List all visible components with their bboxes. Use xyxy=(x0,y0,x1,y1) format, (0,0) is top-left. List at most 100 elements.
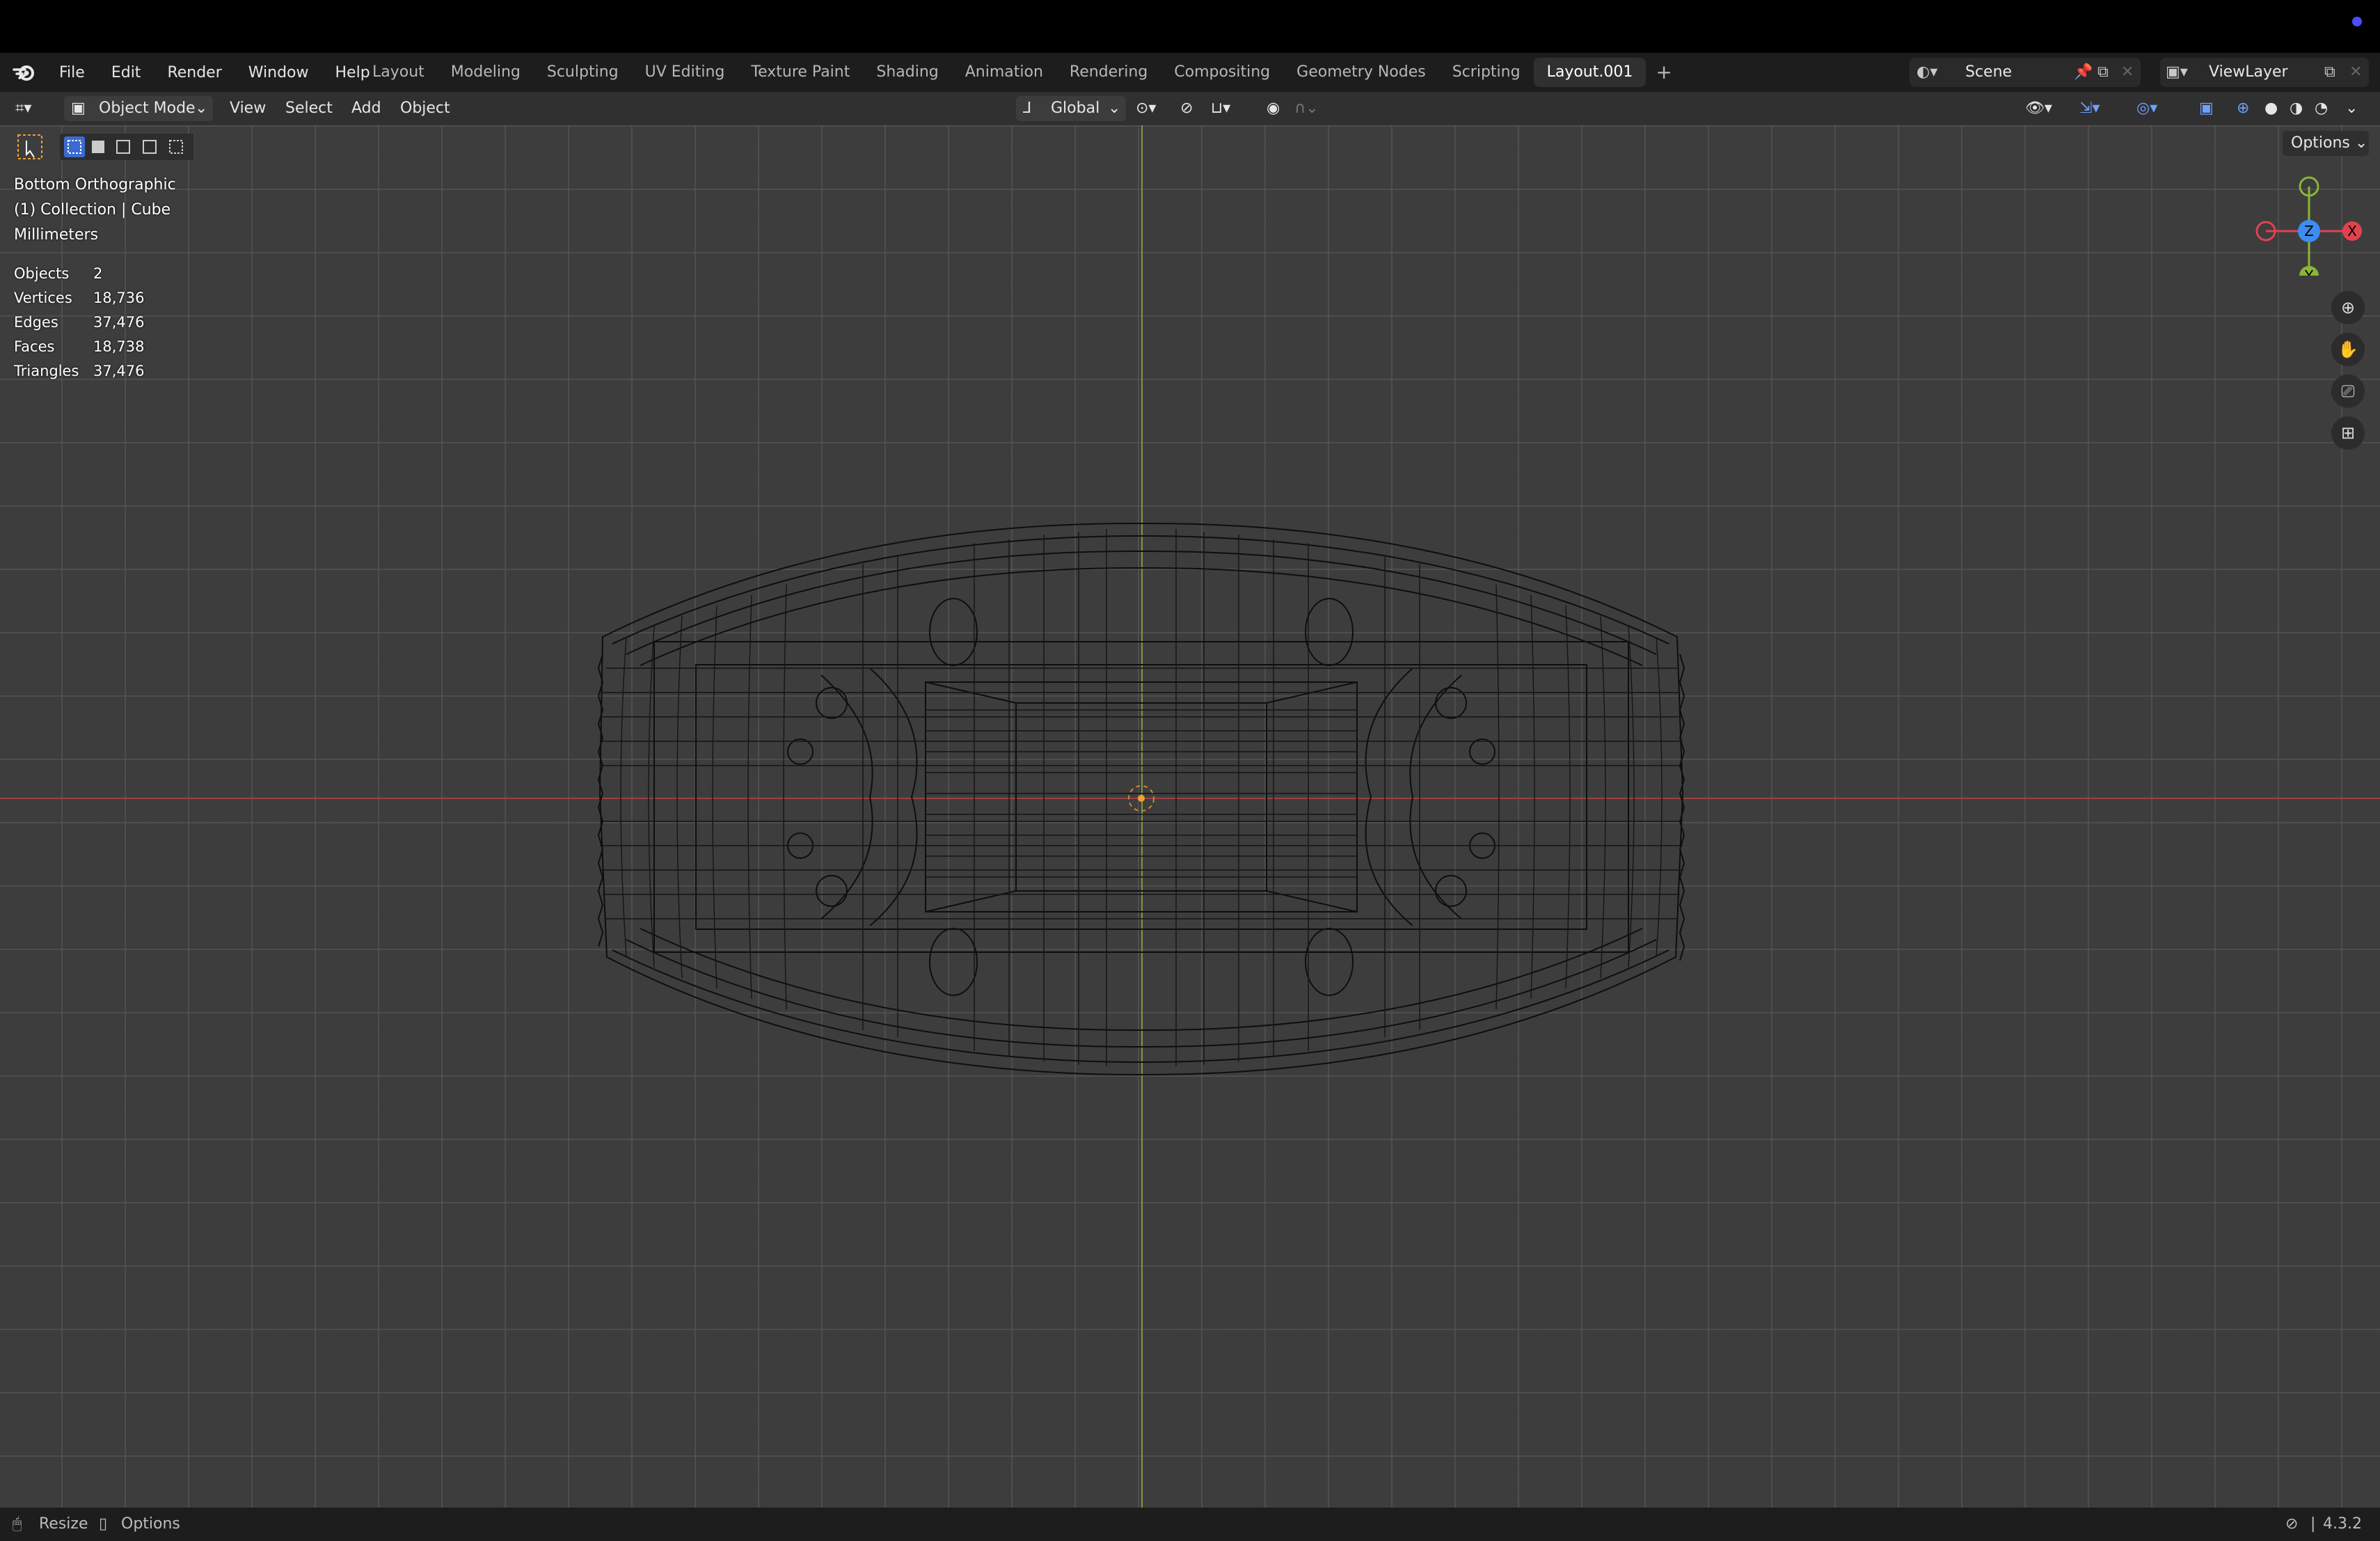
ortho-grid-icon[interactable]: ⊞ xyxy=(2331,416,2365,450)
status-bar: 🖱 Resize ▯ Options ⊘ | 4.3.2 xyxy=(0,1508,2380,1541)
stat-label: Triangles xyxy=(14,363,79,379)
object-mode-icon: ▣ xyxy=(71,100,86,117)
wireframe-mesh[interactable] xyxy=(0,125,2380,1508)
stat-label: Vertices xyxy=(14,290,72,306)
mouse-icon: 🖱 xyxy=(13,1515,22,1533)
system-top-bar xyxy=(0,0,2380,53)
viewport-nav-buttons: ⊕ ✋ ⎚ ⊞ xyxy=(2331,291,2366,458)
collection-info: (1) Collection | Cube xyxy=(14,201,171,219)
gizmo-z-label: Z xyxy=(2304,223,2314,239)
mouse-icon: ▯ xyxy=(99,1515,108,1533)
pin-icon[interactable]: 📌 xyxy=(2074,58,2093,87)
tab-compositing[interactable]: Compositing xyxy=(1161,58,1283,87)
stat-label: Objects xyxy=(14,265,70,282)
pan-hand-icon[interactable]: ✋ xyxy=(2331,333,2365,366)
gizmo-toggle-icon[interactable]: ⇲▾ xyxy=(2079,92,2100,125)
options-dropdown[interactable]: Options ⌄ xyxy=(2283,131,2369,156)
delete-scene-icon[interactable]: ✕ xyxy=(2121,58,2134,87)
viewport-header: ⌗▾ ▣ Object Mode ⌄ View Select Add Objec… xyxy=(0,92,2380,125)
chevron-down-icon: ⌄ xyxy=(195,100,208,117)
menu-select[interactable]: Select xyxy=(285,92,333,125)
navigation-gizmo[interactable]: X Y Z xyxy=(2248,171,2362,276)
scene-icon: ◐▾ xyxy=(1917,63,1938,81)
menu-window[interactable]: Window xyxy=(235,64,322,81)
stat-row: Objects 2 xyxy=(14,262,144,286)
orientation-label: Global xyxy=(1051,100,1100,117)
stat-row: Faces 18,738 xyxy=(14,335,144,359)
workspace-tabs: Layout Modeling Sculpting UV Editing Tex… xyxy=(359,53,1682,92)
menu-render[interactable]: Render xyxy=(154,64,235,81)
view-layer-icon: ▣▾ xyxy=(2166,63,2188,81)
stat-row: Triangles 37,476 xyxy=(14,359,144,384)
version-label: 4.3.2 xyxy=(2323,1515,2362,1533)
stat-value: 2 xyxy=(93,265,103,282)
unit-system: Millimeters xyxy=(14,226,99,244)
chevron-down-icon: ⌄ xyxy=(1108,100,1121,117)
new-scene-icon[interactable]: ⧉ xyxy=(2097,58,2109,87)
new-view-layer-icon[interactable]: ⧉ xyxy=(2324,58,2335,87)
tab-animation[interactable]: Animation xyxy=(952,58,1056,87)
view-layer-name: ViewLayer xyxy=(2209,63,2288,81)
xray-icon[interactable]: ▣ xyxy=(2199,92,2214,125)
snap-target-icon[interactable]: ⊔▾ xyxy=(1211,92,1230,125)
tab-modeling[interactable]: Modeling xyxy=(438,58,534,87)
proportional-edit-icon[interactable]: ◉ xyxy=(1267,92,1280,125)
menu-object[interactable]: Object xyxy=(400,92,450,125)
rendered-shading-icon[interactable]: ◔ xyxy=(2315,92,2328,125)
menu-add[interactable]: Add xyxy=(351,92,381,125)
visibility-icon[interactable]: 👁▾ xyxy=(2025,92,2052,125)
shading-options-icon[interactable]: ⌄ xyxy=(2345,92,2358,125)
tab-texture-paint[interactable]: Texture Paint xyxy=(738,58,863,87)
view-name: Bottom Orthographic xyxy=(14,176,176,193)
options-label: Options xyxy=(2291,134,2350,152)
status-resize: Resize xyxy=(39,1515,88,1533)
stat-label: Edges xyxy=(14,314,58,331)
snap-icon[interactable]: ⊘ xyxy=(1180,92,1193,125)
top-bar: File Edit Render Window Help Layout Mode… xyxy=(0,53,2380,92)
gizmo-x-label: X xyxy=(2347,223,2357,239)
tab-geometry-nodes[interactable]: Geometry Nodes xyxy=(1283,58,1439,87)
network-off-icon: ⊘ xyxy=(2285,1515,2299,1533)
blender-logo-icon[interactable] xyxy=(11,60,39,85)
orientation-icon: ⅃ xyxy=(1023,100,1032,117)
stat-value: 18,738 xyxy=(93,338,145,355)
mode-dropdown[interactable]: ▣ Object Mode ⌄ xyxy=(64,96,213,121)
selection-mode-icons[interactable] xyxy=(13,131,205,161)
scene-statistics: Objects 2 Vertices 18,736 Edges 37,476 Face… xyxy=(14,262,144,384)
delete-view-layer-icon[interactable]: ✕ xyxy=(2349,58,2362,87)
menu-edit[interactable]: Edit xyxy=(98,64,154,81)
solid-shading-icon[interactable]: ● xyxy=(2264,92,2278,125)
material-shading-icon[interactable]: ◑ xyxy=(2290,92,2303,125)
wireframe-shading-icon[interactable]: ⊕ xyxy=(2237,92,2249,125)
mode-label: Object Mode xyxy=(99,100,196,117)
status-options: Options xyxy=(121,1515,180,1533)
transform-orientation-dropdown[interactable]: ⅃ Global ⌄ xyxy=(1016,96,1126,121)
tab-rendering[interactable]: Rendering xyxy=(1056,58,1161,87)
tab-scripting[interactable]: Scripting xyxy=(1439,58,1534,87)
separator: | xyxy=(2310,1515,2316,1533)
scene-selector[interactable]: ◐▾ Scene 📌 ⧉ ✕ xyxy=(1910,58,2141,87)
pivot-point-icon[interactable]: ⊙▾ xyxy=(1136,92,1156,125)
menu-view[interactable]: View xyxy=(230,92,266,125)
tab-sculpting[interactable]: Sculpting xyxy=(534,58,632,87)
tab-layout[interactable]: Layout xyxy=(359,58,438,87)
gizmo-y-label: Y xyxy=(2304,267,2314,276)
menu-file[interactable]: File xyxy=(46,64,98,81)
overlays-icon[interactable]: ◎▾ xyxy=(2136,92,2157,125)
camera-view-icon[interactable]: ⎚ xyxy=(2331,374,2365,408)
viewport-info: Bottom Orthographic (1) Collection | Cub… xyxy=(14,173,176,248)
zoom-icon[interactable]: ⊕ xyxy=(2331,291,2365,324)
stat-label: Faces xyxy=(14,338,55,355)
tab-layout-001[interactable]: Layout.001 xyxy=(1533,58,1647,87)
tab-shading[interactable]: Shading xyxy=(863,58,951,87)
add-workspace-icon[interactable]: + xyxy=(1646,58,1681,87)
stat-row: Vertices 18,736 xyxy=(14,286,144,310)
3d-viewport[interactable]: Options ⌄ Bottom Orthographic (1) Collec… xyxy=(0,125,2380,1508)
editor-type-icon[interactable]: ⌗▾ xyxy=(15,92,31,125)
tab-uv-editing[interactable]: UV Editing xyxy=(632,58,738,87)
view-layer-selector[interactable]: ▣▾ ViewLayer ⧉ ✕ xyxy=(2160,58,2369,87)
falloff-icon[interactable]: ∩⌄ xyxy=(1294,92,1319,125)
tool-settings-row xyxy=(13,131,205,161)
indicator-dot xyxy=(2352,17,2362,26)
stat-value: 37,476 xyxy=(93,314,145,331)
